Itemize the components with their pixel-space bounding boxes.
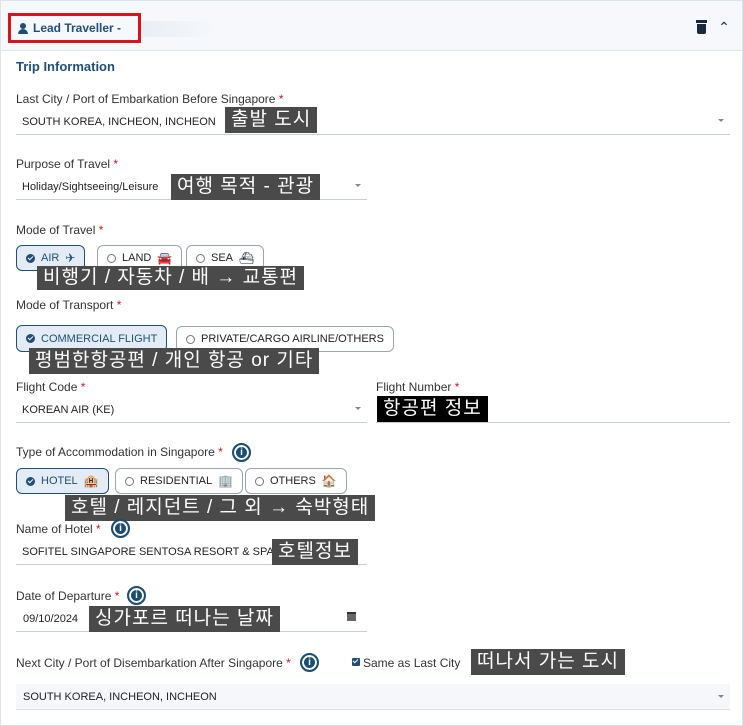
chevron-up-icon[interactable]: ⌃ [717,20,731,34]
info-icon[interactable]: i [111,519,130,538]
accommodation-option-residential[interactable]: RESIDENTIAL 🏢 [115,468,244,494]
annotation-last-city: 출발 도시 [225,107,318,133]
accommodation-option-hotel[interactable]: HOTEL 🏨 [16,468,109,494]
annotation-mode-of-transport: 평범한항공편 / 개인 항공 or 기타 [29,348,320,374]
chevron-down-icon [355,407,361,410]
airplane-icon: ✈ [65,251,76,265]
lead-traveller-title-box: Lead Traveller - [8,13,141,43]
ship-icon: ⛴ [239,251,255,265]
purpose-value: Holiday/Sightseeing/Leisure [22,180,159,193]
departure-date-label: Date of Departure * [16,589,120,603]
next-city-value: SOUTH KOREA, INCHEON, INCHEON [23,690,217,703]
next-city-label: Next City / Port of Disembarkation After… [16,656,291,670]
annotation-flight-number: 항공편 정보 [377,396,488,422]
user-icon [18,22,28,34]
departure-date-value: 09/10/2024 [23,612,79,625]
lead-traveller-panel: Lead Traveller - ⌃ Trip Information Last… [0,0,743,726]
accommodation-option-others[interactable]: OTHERS 🏠 [245,468,347,494]
same-as-last-city-label[interactable]: Same as Last City [363,656,460,670]
chevron-down-icon [718,119,724,122]
info-icon[interactable]: i [127,586,146,605]
panel-header[interactable]: Lead Traveller - ⌃ [1,1,742,51]
same-as-last-city-checkbox[interactable] [352,658,360,666]
annotation-accommodation: 호텔 / 레지던트 / 그 외 → 숙박형태 [65,495,376,521]
flight-number-label: Flight Number * [376,380,460,394]
check-icon [26,253,35,263]
hotel-name-label: Name of Hotel * [16,522,101,536]
flight-code-label: Flight Code * [16,380,86,394]
radio-icon [125,476,134,486]
check-icon [26,476,35,486]
home-icon: 🏠 [321,474,337,488]
purpose-label: Purpose of Travel * [16,157,119,171]
radio-icon [107,253,116,263]
next-city-select[interactable]: SOUTH KOREA, INCHEON, INCHEON [16,684,730,710]
annotation-next-city: 떠나서 가는 도시 [471,649,625,675]
last-city-label: Last City / Port of Embarkation Before S… [16,92,284,106]
radio-icon [255,476,264,486]
annotation-hotel-name: 호텔정보 [272,539,358,565]
car-icon: 🚘 [157,251,173,265]
flight-code-value: KOREAN AIR (KE) [22,403,115,416]
redacted-name [141,21,216,37]
flight-code-select[interactable]: KOREAN AIR (KE) [16,397,367,423]
trash-icon[interactable] [696,20,707,34]
calendar-icon[interactable] [347,612,356,621]
annotation-purpose: 여행 목적 - 관광 [171,174,321,200]
info-icon[interactable]: i [232,443,251,462]
radio-icon [196,253,205,263]
info-icon[interactable]: i [300,653,319,672]
annotation-departure-date: 싱가포르 떠나는 날짜 [89,606,280,632]
hotel-icon: 🏨 [83,474,99,488]
radio-icon [186,334,195,344]
last-city-select[interactable]: SOUTH KOREA, INCHEON, INCHEON [16,109,730,135]
check-icon [26,334,35,343]
chevron-down-icon [718,695,724,698]
mode-of-transport-label: Mode of Transport * [16,298,122,312]
hotel-name-value: SOFITEL SINGAPORE SENTOSA RESORT & SPA [22,545,274,558]
residential-icon: 🏢 [218,474,234,488]
mode-of-travel-label: Mode of Travel * [16,223,104,237]
lead-traveller-title: Lead Traveller - [33,21,122,35]
annotation-mode-of-travel: 비행기 / 자동차 / 배 → 교통편 [37,266,305,290]
section-title: Trip Information [16,59,115,74]
chevron-down-icon [355,184,361,187]
accommodation-label: Type of Accommodation in Singapore * [16,445,223,459]
last-city-value: SOUTH KOREA, INCHEON, INCHEON [22,115,216,128]
